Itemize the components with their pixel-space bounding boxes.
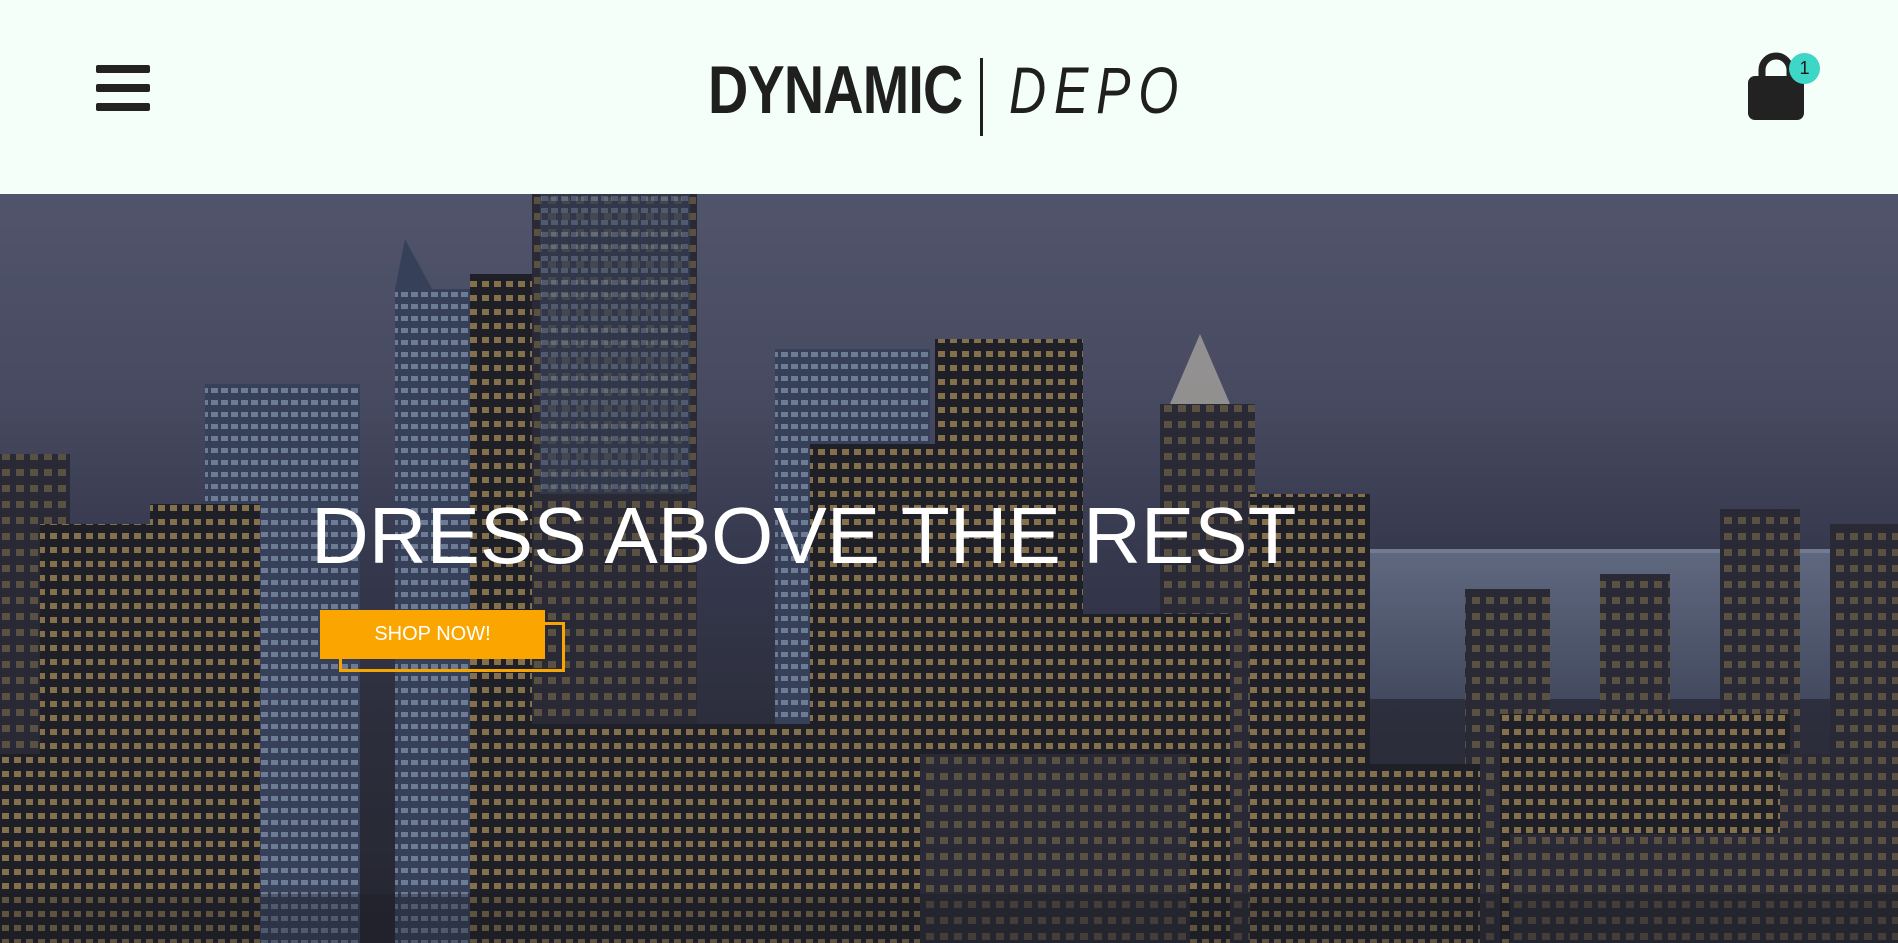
hamburger-menu-icon[interactable] xyxy=(96,63,150,113)
hero-headline: DRESS ABOVE THE REST xyxy=(311,491,1297,580)
logo-primary-text: DYNAMIC xyxy=(708,52,963,128)
logo-secondary-text: DEPO xyxy=(1009,53,1187,127)
shop-now-button[interactable]: SHOP NOW! xyxy=(320,610,545,659)
cart-count-badge: 1 xyxy=(1789,53,1820,84)
site-header: DYNAMIC DEPO 1 xyxy=(0,0,1898,194)
hero-banner: DRESS ABOVE THE REST SHOP NOW! xyxy=(0,194,1898,943)
logo-divider xyxy=(980,58,983,136)
site-logo[interactable]: DYNAMIC DEPO xyxy=(708,56,1236,136)
